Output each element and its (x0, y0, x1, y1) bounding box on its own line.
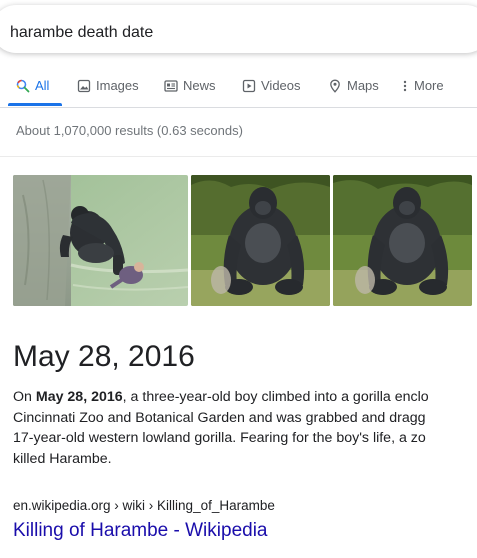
tab-maps-label: Maps (347, 78, 379, 93)
active-tab-indicator (8, 103, 62, 106)
search-query-text[interactable]: harambe death date (10, 24, 153, 42)
answer-snippet: On May 28, 2016, a three-year-old boy cl… (13, 387, 477, 469)
snippet-line-1: On May 28, 2016, a three-year-old boy cl… (13, 387, 477, 408)
search-tabs: All Images News Videos Maps More (0, 74, 477, 108)
tab-images-label: Images (96, 78, 139, 93)
tab-more-label: More (414, 78, 444, 93)
news-icon (164, 79, 178, 93)
snippet-line-3: 17-year-old western lowland gorilla. Fea… (13, 430, 426, 446)
snippet-text: , a three-year-old boy climbed into a go… (122, 389, 429, 405)
tab-news-label: News (183, 78, 216, 93)
answer-title: May 28, 2016 (13, 340, 195, 373)
section-divider (0, 156, 477, 157)
more-vertical-icon (401, 79, 409, 93)
video-play-icon (242, 79, 256, 93)
source-breadcrumb[interactable]: en.wikipedia.org › wiki › Killing_of_Har… (13, 498, 275, 513)
tab-maps[interactable]: Maps (328, 78, 379, 108)
result-stats: About 1,070,000 results (0.63 seconds) (16, 123, 243, 138)
tab-images[interactable]: Images (77, 78, 139, 108)
image-icon (77, 79, 91, 93)
search-icon (16, 79, 30, 93)
tab-news[interactable]: News (164, 78, 216, 108)
image-result-2[interactable] (191, 175, 330, 306)
map-pin-icon (328, 79, 342, 93)
image-result-3[interactable] (333, 175, 472, 306)
search-results-page: harambe death date All Images News Video… (0, 0, 477, 558)
result-title-link[interactable]: Killing of Harambe - Wikipedia (13, 520, 268, 542)
snippet-line-2: Cincinnati Zoo and Botanical Garden and … (13, 409, 426, 426)
snippet-text: On (13, 389, 36, 405)
snippet-line-4: killed Harambe. (13, 450, 112, 467)
tabs-divider (0, 107, 477, 108)
tab-more[interactable]: More (401, 78, 444, 108)
image-result-1[interactable] (13, 175, 188, 306)
tab-videos[interactable]: Videos (242, 78, 301, 108)
tab-videos-label: Videos (261, 78, 301, 93)
search-bar[interactable]: harambe death date (0, 5, 477, 53)
tab-all-label: All (35, 78, 50, 93)
snippet-bold-date: May 28, 2016 (35, 389, 123, 405)
